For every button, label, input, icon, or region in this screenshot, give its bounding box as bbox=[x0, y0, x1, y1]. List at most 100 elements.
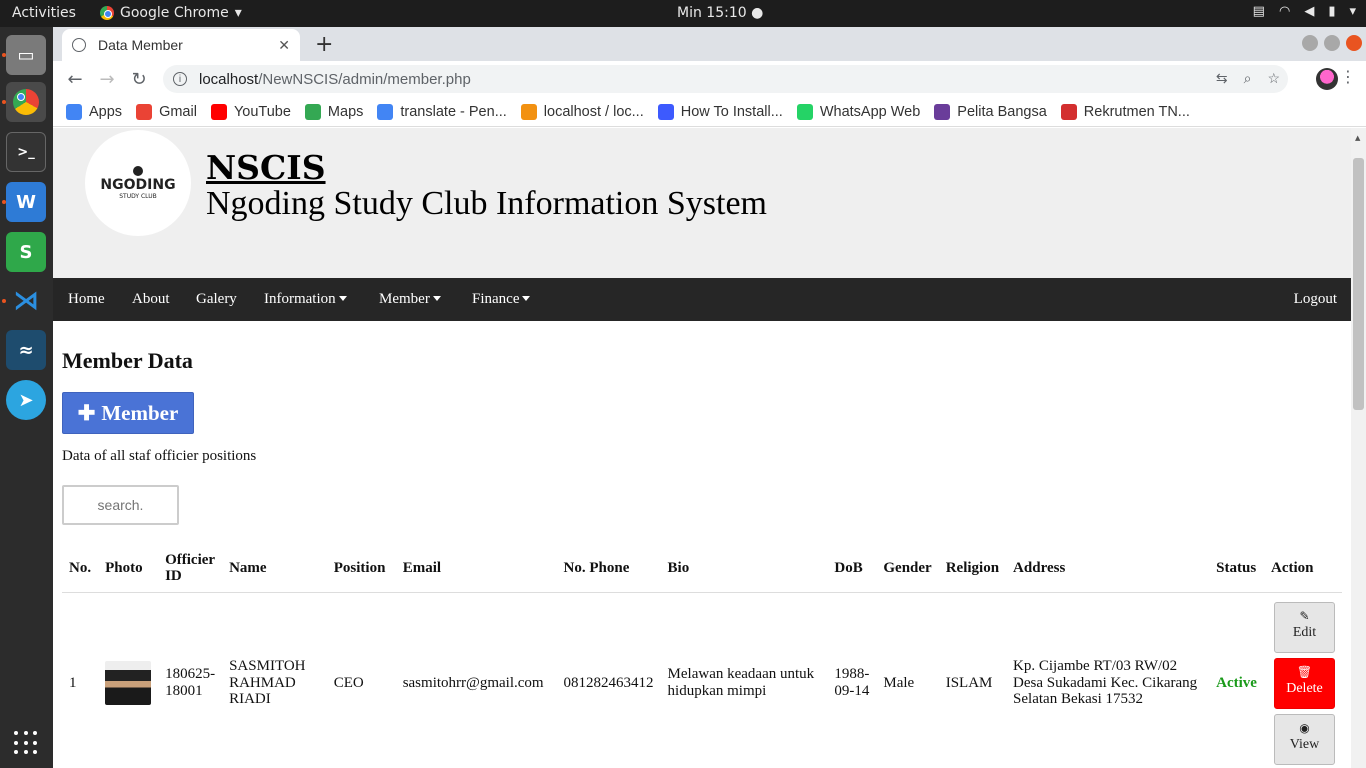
member-photo[interactable] bbox=[105, 661, 152, 705]
delete-label: Delete bbox=[1286, 681, 1323, 697]
writer-icon[interactable]: W bbox=[6, 182, 46, 222]
bookmark-how-to-install[interactable]: How To Install... bbox=[657, 103, 783, 120]
forward-button[interactable]: → bbox=[97, 69, 117, 90]
nav-logout[interactable]: Logout bbox=[1294, 291, 1337, 308]
bookmark-gmail[interactable]: Gmail bbox=[136, 103, 197, 120]
col-officier-id: Officier ID bbox=[158, 546, 223, 593]
view-button[interactable]: ◉ View bbox=[1274, 713, 1335, 765]
status-badge: Active bbox=[1216, 674, 1257, 691]
site-title[interactable]: NSCIS bbox=[206, 148, 326, 187]
page-scrollbar[interactable]: ▲ bbox=[1351, 128, 1366, 768]
new-tab-button[interactable]: + bbox=[315, 32, 333, 57]
delete-button[interactable]: 🗑 Delete bbox=[1274, 657, 1335, 709]
bookmark-translate[interactable]: translate - Pen... bbox=[377, 103, 507, 120]
bookmark-maps[interactable]: Maps bbox=[304, 103, 364, 120]
bookmark-whatsapp[interactable]: WhatsApp Web bbox=[796, 103, 921, 120]
bookmark-apps[interactable]: Apps bbox=[66, 103, 122, 120]
add-member-label: Member bbox=[101, 400, 179, 425]
scroll-up-icon[interactable]: ▲ bbox=[1355, 134, 1360, 142]
keyboard-icon: ▤ bbox=[1252, 4, 1265, 19]
clock[interactable]: Min 15:10 ● bbox=[677, 5, 763, 21]
tab-data-member[interactable]: Data Member ✕ bbox=[62, 29, 300, 61]
col-religion: Religion bbox=[938, 546, 1007, 593]
activities-button[interactable]: Activities bbox=[12, 5, 76, 21]
bookmark-label: Pelita Bangsa bbox=[957, 103, 1047, 120]
caret-down-icon bbox=[522, 296, 531, 301]
minimize-button[interactable] bbox=[1302, 35, 1318, 51]
system-tray[interactable]: ▤ ◠ ◀ ▮ ▾ bbox=[1253, 4, 1356, 19]
mysql-workbench-icon[interactable]: ≈ bbox=[6, 330, 46, 370]
rekrutmen-icon bbox=[1060, 103, 1077, 120]
telegram-icon[interactable]: ➤ bbox=[6, 380, 46, 420]
col-photo: Photo bbox=[98, 546, 159, 593]
back-button[interactable]: ← bbox=[65, 69, 85, 90]
files-icon[interactable]: ▭ bbox=[6, 35, 46, 75]
caret-down-icon bbox=[338, 296, 347, 301]
bookmark-label: How To Install... bbox=[680, 103, 783, 120]
terminal-icon[interactable]: >_ bbox=[6, 132, 46, 172]
nav-galery[interactable]: Galery bbox=[196, 291, 237, 308]
cell-no: 1 bbox=[69, 674, 77, 691]
translate-icon[interactable]: ⇆ bbox=[1216, 70, 1228, 87]
star-icon[interactable]: ☆ bbox=[1267, 70, 1280, 87]
clock-label: Min 15:10 bbox=[677, 5, 747, 21]
window-controls bbox=[1302, 35, 1362, 51]
menu-icon[interactable]: ⋮ bbox=[1340, 67, 1356, 86]
url-host: localhost bbox=[199, 70, 259, 88]
cell-name: SASMITOH RAHMAD RIADI bbox=[229, 657, 306, 708]
nav-member-label: Member bbox=[379, 291, 430, 307]
bookmarks-bar: Apps Gmail YouTube Maps translate - Pen.… bbox=[53, 97, 1366, 127]
edit-icon: ✎ bbox=[1299, 608, 1310, 623]
whatsapp-icon bbox=[796, 103, 813, 120]
cell-officier-id: 180625-18001 bbox=[165, 666, 216, 699]
maps-icon bbox=[304, 103, 321, 120]
trash-icon: 🗑 bbox=[1296, 664, 1313, 679]
browser-toolbar: ← → ↻ i localhost/NewNSCIS/admin/member.… bbox=[53, 61, 1366, 97]
digitalocean-icon bbox=[657, 103, 674, 120]
nav-about[interactable]: About bbox=[132, 291, 170, 308]
maximize-button[interactable] bbox=[1324, 35, 1340, 51]
app-menu-label: Google Chrome bbox=[120, 5, 229, 21]
col-status: Status bbox=[1209, 546, 1264, 593]
close-icon[interactable]: ✕ bbox=[278, 37, 290, 54]
show-apps-icon[interactable] bbox=[14, 731, 38, 755]
bookmark-label: Maps bbox=[327, 103, 364, 120]
nav-finance[interactable]: Finance bbox=[472, 291, 531, 308]
calc-icon[interactable]: S bbox=[6, 232, 46, 272]
running-indicator bbox=[2, 200, 6, 204]
chevron-down-icon: ▾ bbox=[1349, 4, 1356, 19]
zoom-icon[interactable]: ⌕ bbox=[1244, 70, 1252, 87]
reload-button[interactable]: ↻ bbox=[129, 69, 149, 90]
scrollbar-thumb[interactable] bbox=[1353, 158, 1364, 410]
edit-button[interactable]: ✎ Edit bbox=[1274, 601, 1335, 653]
col-no: No. bbox=[62, 546, 99, 593]
nav-home[interactable]: Home bbox=[68, 291, 105, 308]
col-position: Position bbox=[326, 546, 396, 593]
cell-phone: 081282463412 bbox=[563, 674, 654, 691]
search-input[interactable] bbox=[62, 485, 179, 525]
gmail-icon bbox=[136, 103, 153, 120]
info-icon[interactable]: i bbox=[173, 72, 187, 86]
nav-information[interactable]: Information bbox=[264, 291, 347, 308]
bookmark-phpmyadmin[interactable]: localhost / loc... bbox=[520, 103, 644, 120]
vscode-icon[interactable]: ⋊ bbox=[6, 281, 46, 321]
avatar[interactable] bbox=[1316, 68, 1338, 90]
bookmark-pelita-bangsa[interactable]: Pelita Bangsa bbox=[934, 103, 1047, 120]
bookmark-label: WhatsApp Web bbox=[819, 103, 921, 120]
add-member-button[interactable]: ✚ Member bbox=[62, 392, 194, 434]
col-gender: Gender bbox=[876, 546, 939, 593]
close-window-button[interactable] bbox=[1346, 35, 1362, 51]
chrome-dock-icon[interactable] bbox=[6, 82, 46, 122]
plus-icon: ✚ bbox=[77, 400, 96, 425]
app-menu[interactable]: Google Chrome ▾ bbox=[100, 5, 242, 21]
nav-member[interactable]: Member bbox=[379, 291, 441, 308]
chevron-down-icon: ▾ bbox=[234, 5, 242, 21]
apps-icon bbox=[66, 103, 82, 120]
cell-gender: Male bbox=[883, 674, 915, 691]
bookmark-rekrutmen[interactable]: Rekrutmen TN... bbox=[1060, 103, 1190, 120]
address-bar[interactable]: i localhost/NewNSCIS/admin/member.php ⇆ … bbox=[163, 65, 1288, 93]
cell-position: CEO bbox=[333, 674, 364, 691]
edit-label: Edit bbox=[1292, 625, 1317, 641]
page-description: Data of all staf officier positions bbox=[62, 448, 257, 464]
bookmark-youtube[interactable]: YouTube bbox=[210, 103, 291, 120]
